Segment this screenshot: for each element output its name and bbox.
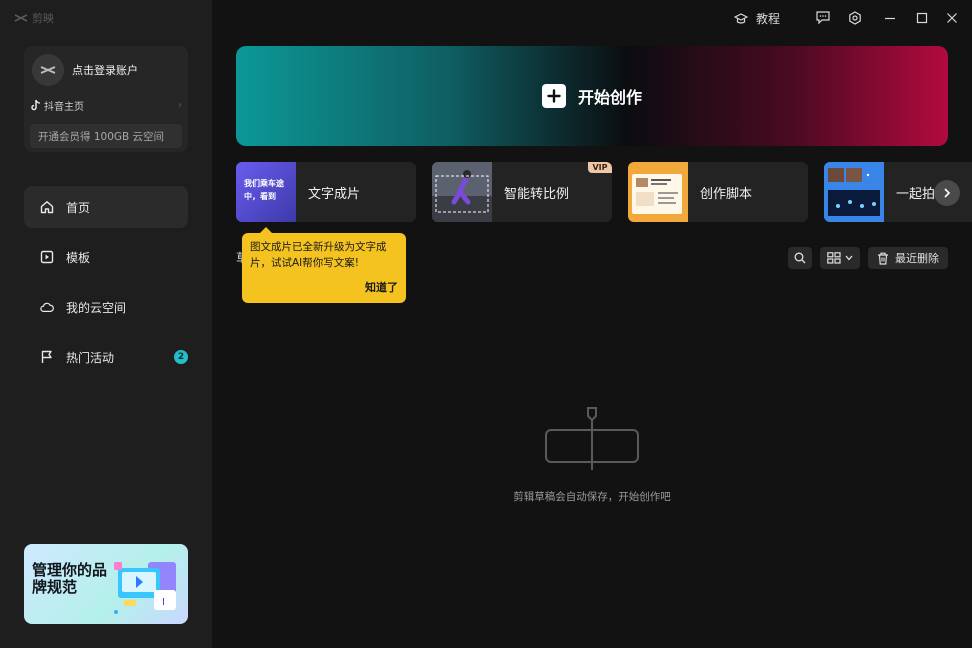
- tool-script[interactable]: 创作脚本: [628, 162, 808, 222]
- minimize-button[interactable]: [884, 12, 896, 24]
- notification-badge: 2: [174, 350, 188, 364]
- thumb-caption: 我们乘车途中，看到: [244, 179, 284, 201]
- recently-deleted-button[interactable]: 最近删除: [868, 247, 948, 269]
- sidebar-item-templates[interactable]: 模板: [24, 236, 188, 278]
- tool-thumbnail: [432, 162, 492, 222]
- view-mode-dropdown[interactable]: [820, 247, 860, 269]
- scroll-right-button[interactable]: [934, 180, 960, 206]
- promo-illustration: I: [114, 562, 176, 614]
- empty-drafts-text: 剪辑草稿会自动保存，开始创作吧: [513, 491, 671, 503]
- sidebar-item-events[interactable]: 热门活动 2: [24, 336, 188, 378]
- account-card: 点击登录账户 抖音主页 › 开通会员得 100GB 云空间: [24, 46, 188, 152]
- avatar[interactable]: [32, 54, 64, 86]
- title-bar: 教程: [212, 0, 972, 36]
- plus-icon: [541, 84, 566, 108]
- tutorial-label: 教程: [756, 12, 781, 26]
- sidebar-item-label: 模板: [66, 250, 91, 265]
- tooltip-text: 图文成片已全新升级为文字成片，试试AI帮你写文案!: [250, 241, 387, 269]
- sidebar-item-label: 首页: [66, 200, 91, 215]
- tutorial-button[interactable]: 教程: [734, 10, 780, 27]
- settings-icon: [849, 11, 861, 25]
- trash-icon: [878, 252, 888, 265]
- sidebar-item-label: 我的云空间: [66, 300, 127, 315]
- upgrade-tooltip: 图文成片已全新升级为文字成片，试试AI帮你写文案! 知道了: [242, 227, 406, 303]
- svg-text:I: I: [162, 597, 165, 608]
- tutorial-cap-icon: [734, 12, 748, 24]
- feedback-button[interactable]: [816, 11, 830, 24]
- tools-row: 我们乘车途中，看到 文字成片 智能转比例 VIP 创作脚本 一起拍: [236, 162, 972, 222]
- tool-thumbnail: [628, 162, 688, 222]
- close-icon: [947, 13, 957, 23]
- tool-label: 智能转比例: [504, 186, 570, 202]
- chevron-right-icon: [944, 188, 951, 198]
- grid-view-icon: [827, 252, 841, 264]
- capcut-avatar-icon: [40, 66, 56, 74]
- promo-title: 管理你的品牌规范: [32, 561, 108, 596]
- app-name: 剪映: [32, 12, 54, 25]
- tool-text-to-video[interactable]: 我们乘车途中，看到 文字成片: [236, 162, 416, 222]
- sidebar-item-label: 热门活动: [66, 350, 115, 365]
- flag-icon: [40, 350, 54, 364]
- tooltip-dismiss-button[interactable]: 知道了: [365, 279, 398, 295]
- maximize-icon: [916, 12, 928, 24]
- search-button[interactable]: [788, 247, 812, 269]
- empty-draft-icon: [545, 407, 639, 470]
- home-icon: [40, 200, 54, 214]
- vip-upgrade-banner[interactable]: 开通会员得 100GB 云空间: [30, 124, 182, 148]
- vip-tag: VIP: [588, 162, 612, 173]
- sidebar-item-home[interactable]: 首页: [24, 186, 188, 228]
- sidebar-nav: 首页 模板 我的云空间 热门活动 2: [24, 186, 188, 386]
- close-button[interactable]: [946, 12, 958, 24]
- settings-button[interactable]: [848, 11, 862, 25]
- maximize-button[interactable]: [916, 12, 928, 24]
- tool-label: 一起拍: [896, 186, 936, 202]
- tool-thumbnail: 我们乘车途中，看到: [236, 162, 296, 222]
- tool-label: 创作脚本: [700, 186, 753, 202]
- recently-deleted-label: 最近删除: [895, 252, 939, 265]
- tool-thumbnail: [824, 162, 884, 222]
- start-creation-button[interactable]: 开始创作: [236, 46, 948, 146]
- douyin-home-link[interactable]: 抖音主页 ›: [30, 98, 182, 113]
- chevron-down-icon: [845, 255, 853, 261]
- tool-smart-ratio[interactable]: 智能转比例 VIP: [432, 162, 612, 222]
- start-creation-label: 开始创作: [577, 88, 642, 107]
- tool-label: 文字成片: [308, 186, 361, 202]
- minimize-icon: [885, 17, 895, 20]
- douyin-label: 抖音主页: [44, 102, 84, 113]
- sidebar: 剪映 点击登录账户 抖音主页 › 开通会员得 100GB 云空间 首页 模板 我…: [0, 0, 212, 648]
- sidebar-item-cloud[interactable]: 我的云空间: [24, 286, 188, 328]
- capcut-logo-icon: [14, 14, 28, 22]
- cloud-icon: [40, 300, 54, 314]
- tiktok-icon: [30, 100, 40, 112]
- brand-promo-banner[interactable]: 管理你的品牌规范 I: [24, 544, 188, 624]
- template-icon: [40, 250, 54, 264]
- login-link[interactable]: 点击登录账户: [72, 62, 138, 78]
- search-icon: [794, 252, 806, 264]
- chevron-right-icon: ›: [178, 100, 182, 111]
- feedback-icon: [816, 11, 830, 24]
- app-logo: 剪映: [14, 10, 54, 26]
